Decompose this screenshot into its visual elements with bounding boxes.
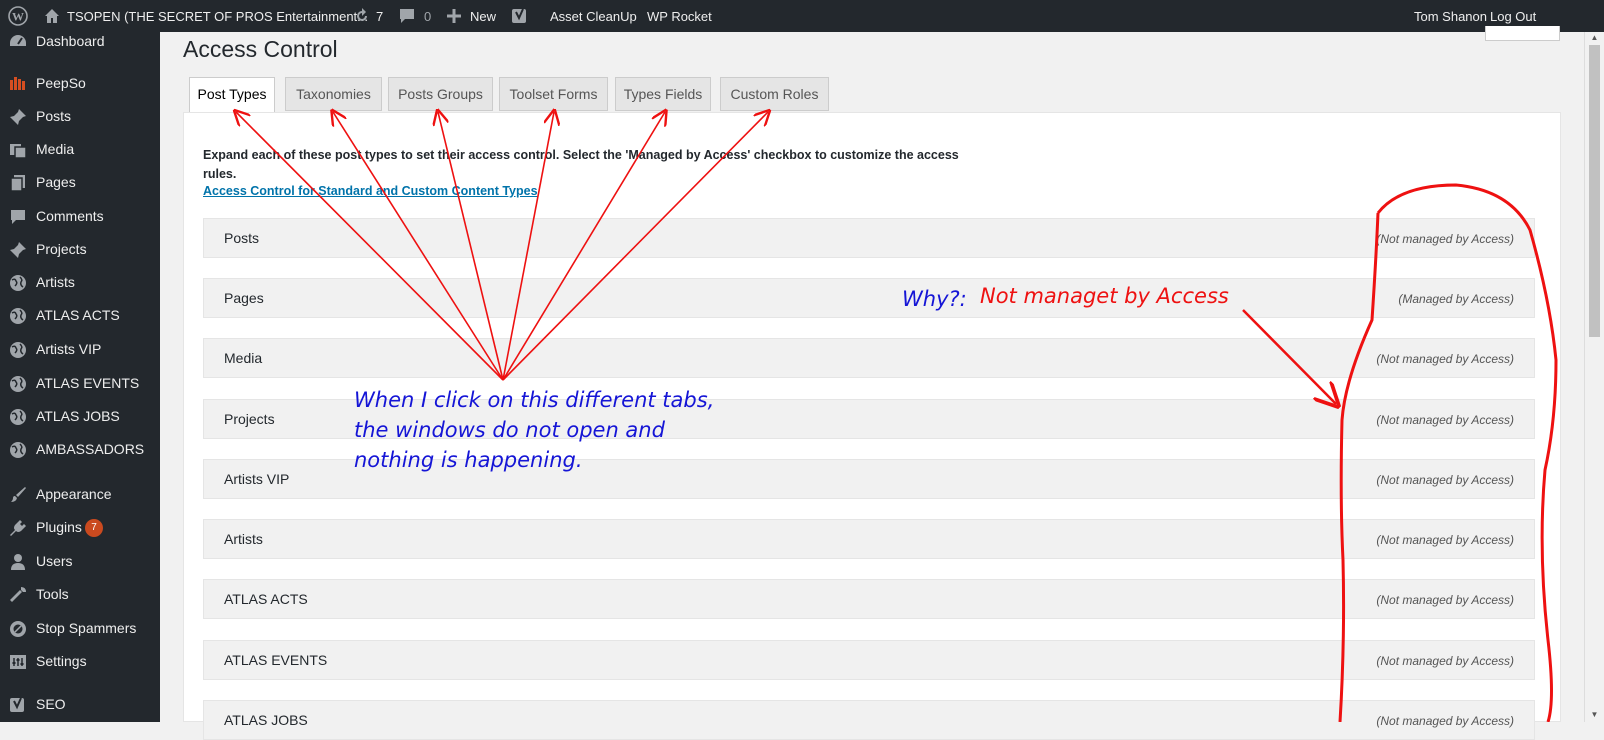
scrollbar-thumb[interactable] (1589, 45, 1600, 337)
why-note-prefix: Why?: (902, 287, 967, 311)
arrow-to-posts-groups (438, 112, 504, 381)
arrow-to-taxonomies (333, 112, 504, 381)
scroll-down-icon[interactable]: ▼ (1589, 710, 1600, 720)
tabs-note-line-1: When I click on this different tabs, (354, 388, 715, 412)
tabs-note-line-3: nothing is happening. (354, 448, 583, 472)
why-note-text: Not managet by Access (980, 284, 1229, 308)
arrow-to-post-types (236, 112, 504, 381)
arrow-to-types-fields (502, 112, 665, 381)
page-scrollbar[interactable]: ▲ ▼ (1584, 32, 1604, 722)
arrow-to-status-column (1242, 309, 1336, 404)
arrow-to-custom-roles (502, 112, 768, 381)
annotation-overlay (0, 0, 1558, 722)
arrow-to-toolset-forms (502, 112, 554, 381)
scroll-up-icon[interactable]: ▲ (1589, 33, 1600, 43)
tabs-note-line-2: the windows do not open and (354, 418, 665, 442)
status-column-circle (1338, 183, 1558, 722)
